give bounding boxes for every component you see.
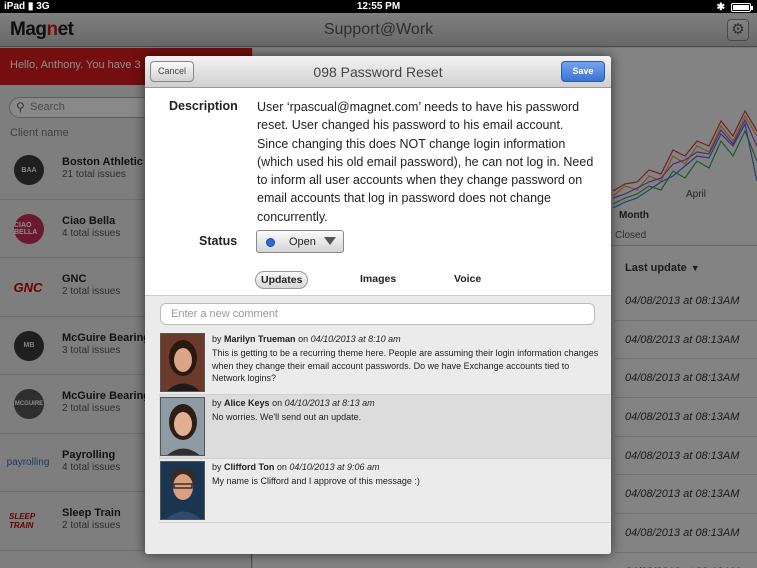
comment-meta: by Clifford Ton on 04/10/2013 at 9:06 am xyxy=(212,462,379,472)
comment-text: This is getting to be a recurring theme … xyxy=(212,348,599,383)
status-label: Status xyxy=(199,234,238,248)
modal-header: Cancel 098 Password Reset Save xyxy=(145,56,611,88)
status-dropdown[interactable]: Open xyxy=(256,230,344,253)
comment-author: Clifford Ton xyxy=(224,462,275,472)
person-avatar-icon xyxy=(161,462,204,519)
avatar xyxy=(160,397,205,456)
issue-detail-modal: Cancel 098 Password Reset Save Descripti… xyxy=(145,56,611,554)
updates-panel: Enter a new comment by Marilyn Trueman o… xyxy=(145,295,611,554)
person-avatar-icon xyxy=(161,334,204,391)
comment-timestamp: 04/10/2013 at 9:06 am xyxy=(289,462,380,472)
comment-item: by Alice Keys on 04/10/2013 at 8:13 am N… xyxy=(159,395,611,459)
comment-text: No worries. We'll send out an update. xyxy=(212,412,362,422)
status-dot-icon xyxy=(266,238,275,247)
detail-tabs: Updates Images Voice xyxy=(145,269,611,297)
comment-author: Marilyn Trueman xyxy=(224,334,296,344)
avatar xyxy=(160,461,205,520)
person-avatar-icon xyxy=(161,398,204,455)
comment-item: by Marilyn Trueman on 04/10/2013 at 8:10… xyxy=(159,331,611,395)
description-text: User ‘rpascual@magnet.com’ needs to have… xyxy=(257,100,594,224)
comment-author: Alice Keys xyxy=(224,398,270,408)
status-bar: iPad ▮ 3G 12:55 PM ✱ xyxy=(0,0,757,13)
battery-icon xyxy=(731,3,753,12)
comment-on: on xyxy=(298,334,309,344)
comment-timestamp: 04/10/2013 at 8:10 am xyxy=(310,334,401,344)
save-button[interactable]: Save xyxy=(561,61,605,82)
avatar xyxy=(160,333,205,392)
status-value: Open xyxy=(289,236,316,248)
status-icons: ✱ xyxy=(716,2,753,13)
comment-item: by Clifford Ton on 04/10/2013 at 9:06 am… xyxy=(159,459,611,523)
tab-images[interactable]: Images xyxy=(360,273,396,285)
comment-by: by xyxy=(212,462,222,472)
comment-list: by Marilyn Trueman on 04/10/2013 at 8:10… xyxy=(159,331,611,523)
modal-title: 098 Password Reset xyxy=(313,64,443,80)
clock: 12:55 PM xyxy=(356,1,401,12)
tab-updates[interactable]: Updates xyxy=(255,271,309,289)
chevron-down-icon xyxy=(324,237,336,245)
description-label: Description xyxy=(169,99,238,113)
bluetooth-icon: ✱ xyxy=(716,2,725,13)
comment-text: My name is Clifford and I approve of thi… xyxy=(212,476,420,486)
comment-timestamp: 04/10/2013 at 8:13 am xyxy=(284,398,375,408)
comment-meta: by Marilyn Trueman on 04/10/2013 at 8:10… xyxy=(212,334,401,344)
battery-level xyxy=(733,5,749,10)
comment-on: on xyxy=(276,462,287,472)
comment-meta: by Alice Keys on 04/10/2013 at 8:13 am xyxy=(212,398,375,408)
screen: iPad ▮ 3G 12:55 PM ✱ Magnet Support@Work… xyxy=(0,0,757,568)
comment-by: by xyxy=(212,398,222,408)
tab-voice[interactable]: Voice xyxy=(454,273,481,285)
new-comment-input[interactable]: Enter a new comment xyxy=(160,303,595,325)
comment-on: on xyxy=(272,398,283,408)
comment-by: by xyxy=(212,334,222,344)
